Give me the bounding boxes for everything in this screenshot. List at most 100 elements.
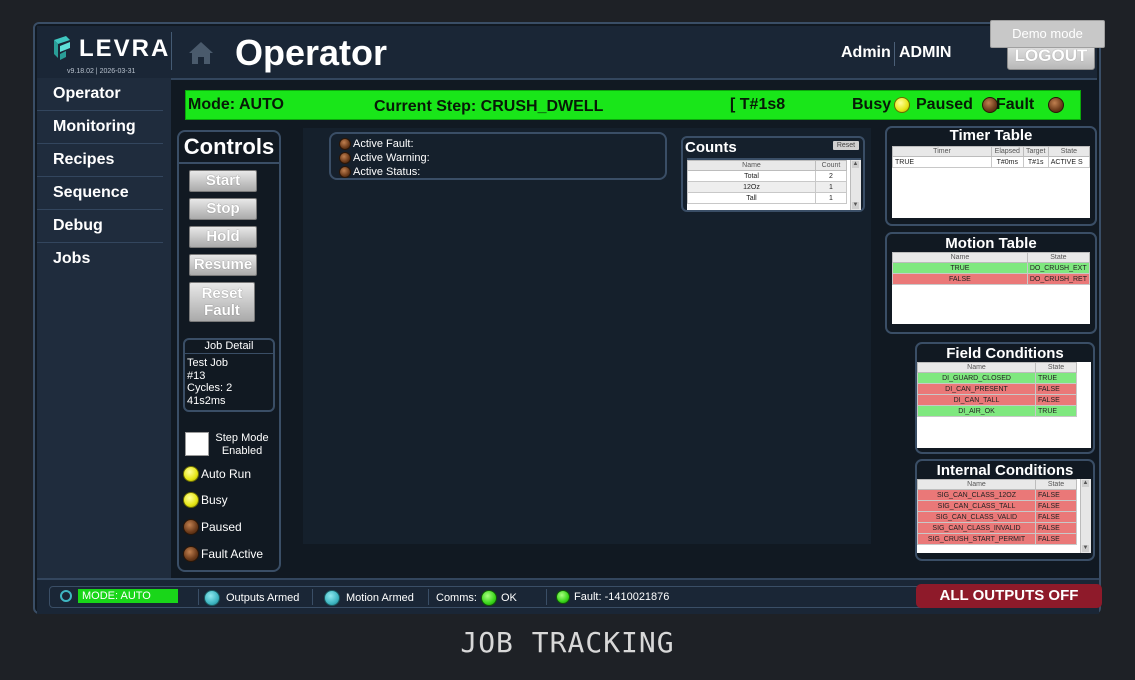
counts-panel: Counts Reset Name Count Total 2 12Oz 1 Tall…: [681, 136, 865, 212]
col-timer: Timer: [892, 146, 992, 157]
fault-code-label: Fault: -1410021876: [574, 591, 670, 603]
motion-table: Name State TRUE DO_CRUSH_EXT FALSE DO_CRUSH…: [892, 252, 1090, 324]
sidebar-item-operator[interactable]: Operator: [37, 78, 163, 111]
home-icon[interactable]: [187, 40, 215, 66]
condition-state: FALSE: [1035, 522, 1077, 534]
hmi-window: LEVRA v9.18.02 | 2026-03-31 Operator Adm…: [33, 22, 1102, 614]
job-number: #13: [187, 369, 206, 382]
active-warning-label: Active Warning:: [353, 152, 430, 164]
count-name: 12Oz: [687, 181, 816, 193]
condition-name: SIG_CAN_CLASS_VALID: [917, 511, 1036, 523]
auto-run-label: Auto Run: [201, 467, 252, 481]
paused-indicator: Paused: [183, 519, 242, 535]
all-outputs-off-button[interactable]: ALL OUTPUTS OFF: [916, 584, 1102, 608]
condition-state: TRUE: [1035, 372, 1077, 384]
count-name: Total: [687, 170, 816, 182]
start-button[interactable]: Start: [189, 170, 257, 192]
page-title: Operator: [235, 32, 388, 73]
field-conditions-title: Field Conditions: [946, 345, 1064, 362]
footer-divider: [312, 589, 313, 605]
motion-table-panel: Motion Table Name State TRUE DO_CRUSH_EXT …: [885, 232, 1097, 334]
status-fault-label: Fault: [996, 96, 1035, 113]
busy-indicator-label: Busy: [201, 493, 228, 507]
condition-state: FALSE: [1035, 511, 1077, 523]
table-row: SIG_CAN_CLASS_INVALID FALSE: [917, 522, 1077, 534]
active-fault-label: Active Fault:: [353, 138, 414, 150]
motion-table-title: Motion Table: [945, 235, 1037, 252]
user-role: Admin: [841, 44, 891, 61]
col-state: State: [1026, 252, 1090, 263]
col-name: Name: [917, 479, 1036, 490]
col-name: Name: [892, 252, 1028, 263]
logo: LEVRA: [51, 34, 170, 64]
sidebar-item-sequence[interactable]: Sequence: [37, 177, 163, 210]
machine-status-bar: Mode: AUTO Current Step: CRUSH_DWELL [ T…: [185, 90, 1081, 120]
caption: JOB TRACKING: [460, 626, 675, 659]
levra-logo-icon: [54, 36, 70, 60]
internal-conditions-scrollbar[interactable]: ▲ ▼: [1080, 479, 1091, 553]
counts-title: Counts: [685, 139, 737, 156]
step-mode-label: Step Mode Enabled: [211, 432, 273, 458]
auto-run-indicator: Auto Run: [183, 466, 251, 482]
internal-conditions-title: Internal Conditions: [936, 462, 1074, 479]
motion-armed-label: Motion Armed: [346, 592, 414, 604]
comms-status: Comms: OK: [436, 590, 517, 606]
active-status-row: Active Status:: [339, 166, 420, 178]
footer-mode-pill: MODE: AUTO: [78, 589, 178, 603]
version-label: v9.18.02 | 2026-03-31: [67, 68, 136, 75]
resume-button[interactable]: Resume: [189, 254, 257, 276]
status-mode: Mode: AUTO: [188, 96, 284, 113]
comms-state: OK: [500, 592, 517, 604]
hold-button[interactable]: Hold: [189, 226, 257, 248]
table-row: DI_GUARD_CLOSED TRUE: [917, 372, 1077, 384]
reset-fault-label-1: Reset: [201, 285, 243, 302]
fault-active-lamp-icon: [183, 546, 199, 562]
timer-table-panel: Timer Table Timer Elapsed Target State T…: [885, 126, 1097, 226]
stop-button[interactable]: Stop: [189, 198, 257, 220]
motion-armed-lamp-icon: [324, 590, 340, 606]
sidebar-item-monitoring[interactable]: Monitoring: [37, 111, 163, 144]
active-warning-lamp-icon: [339, 152, 351, 164]
motion-state: DO_CRUSH_RET: [1026, 273, 1090, 285]
step-mode-label-1: Step Mode: [215, 432, 269, 444]
controls-panel: Controls Start Stop Hold Resume Reset Fa…: [177, 130, 281, 572]
col-elapsed: Elapsed: [991, 146, 1024, 157]
fault-code-lamp-icon: [556, 590, 570, 604]
fault-active-label: Fault Active: [201, 547, 264, 561]
counts-reset-button[interactable]: Reset: [833, 141, 859, 150]
busy-indicator: Busy: [183, 492, 228, 508]
job-detail-title: Job Detail: [185, 340, 273, 354]
col-target: Target: [1022, 146, 1049, 157]
table-row: DI_AIR_OK TRUE: [917, 405, 1077, 417]
timer-state: ACTIVE S: [1047, 156, 1090, 168]
fault-status-box: Active Fault: Active Warning: Active Sta…: [329, 132, 667, 180]
auto-run-lamp-icon: [183, 466, 199, 482]
scroll-up-icon[interactable]: ▲: [1082, 480, 1089, 487]
status-paused-label: Paused: [916, 96, 973, 113]
sidebar: Operator Monitoring Recipes Sequence Deb…: [37, 78, 171, 578]
scroll-down-icon[interactable]: ▼: [1082, 545, 1089, 552]
paused-indicator-lamp-icon: [183, 519, 199, 535]
active-fault-lamp-icon: [339, 138, 351, 150]
job-name: Test Job: [187, 357, 228, 369]
reset-fault-label-2: Fault: [204, 302, 240, 319]
busy-indicator-lamp-icon: [183, 492, 199, 508]
scroll-up-icon[interactable]: ▲: [852, 161, 859, 168]
condition-name: SIG_CAN_CLASS_TALL: [917, 500, 1036, 512]
reset-fault-button[interactable]: Reset Fault: [189, 282, 255, 322]
table-row: SIG_CAN_CLASS_TALL FALSE: [917, 500, 1077, 512]
sidebar-item-recipes[interactable]: Recipes: [37, 144, 163, 177]
step-mode-checkbox[interactable]: [185, 432, 209, 456]
table-row: SIG_CRUSH_START_PERMIT FALSE: [917, 533, 1077, 545]
sidebar-item-debug[interactable]: Debug: [37, 210, 163, 243]
col-name: Name: [917, 362, 1036, 373]
active-warning-row: Active Warning:: [339, 152, 430, 164]
header: LEVRA v9.18.02 | 2026-03-31 Operator Adm…: [37, 26, 1097, 80]
job-cycles: Cycles: 2: [187, 382, 233, 394]
mode-ring-icon: [60, 590, 72, 602]
sidebar-item-jobs[interactable]: Jobs: [37, 243, 163, 275]
motion-state: DO_CRUSH_EXT: [1026, 262, 1090, 274]
job-detail-body: Test Job #13 Cycles: 2 41s2ms: [185, 354, 273, 407]
counts-scrollbar[interactable]: ▲ ▼: [850, 160, 861, 210]
scroll-down-icon[interactable]: ▼: [852, 202, 859, 209]
